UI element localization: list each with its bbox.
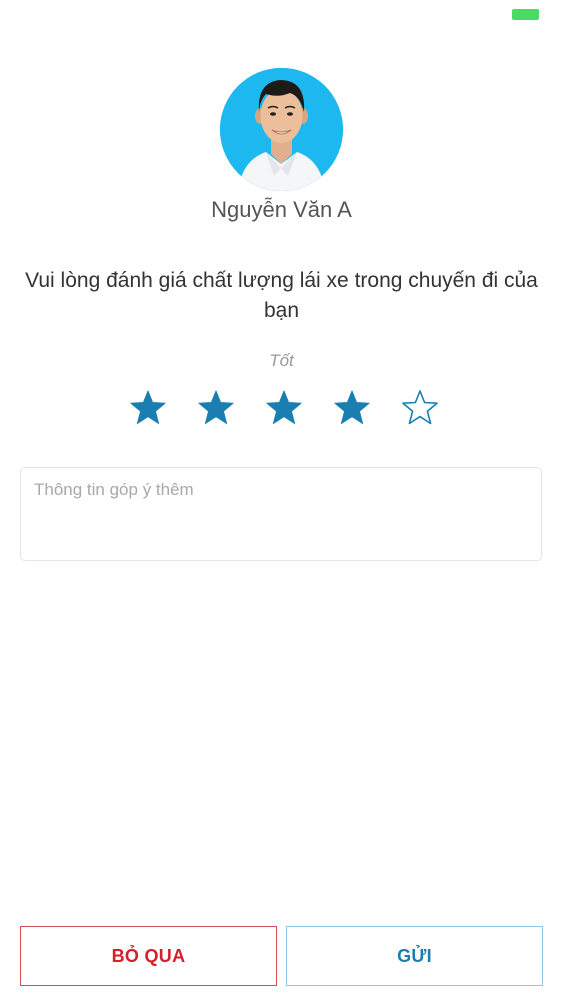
star-filled-icon xyxy=(130,390,166,424)
battery-indicator xyxy=(512,9,539,20)
send-button[interactable]: GỬI xyxy=(286,926,543,986)
star-filled-icon xyxy=(198,390,234,424)
star-1[interactable] xyxy=(129,389,167,427)
driver-name: Nguyễn Văn A xyxy=(211,197,352,222)
star-rating xyxy=(129,389,439,427)
star-5[interactable] xyxy=(401,389,439,427)
feedback-input[interactable] xyxy=(20,467,542,561)
rating-prompt: Vui lòng đánh giá chất lượng lái xe tron… xyxy=(25,269,538,322)
skip-button[interactable]: BỎ QUA xyxy=(20,926,277,986)
star-4[interactable] xyxy=(333,389,371,427)
star-filled-icon xyxy=(266,390,302,424)
star-3[interactable] xyxy=(265,389,303,427)
star-filled-icon xyxy=(334,390,370,424)
driver-avatar xyxy=(220,68,343,191)
driver-avatar-photo xyxy=(220,68,343,191)
rating-label: Tốt xyxy=(269,351,294,370)
star-outline-icon xyxy=(402,390,438,425)
star-2[interactable] xyxy=(197,389,235,427)
